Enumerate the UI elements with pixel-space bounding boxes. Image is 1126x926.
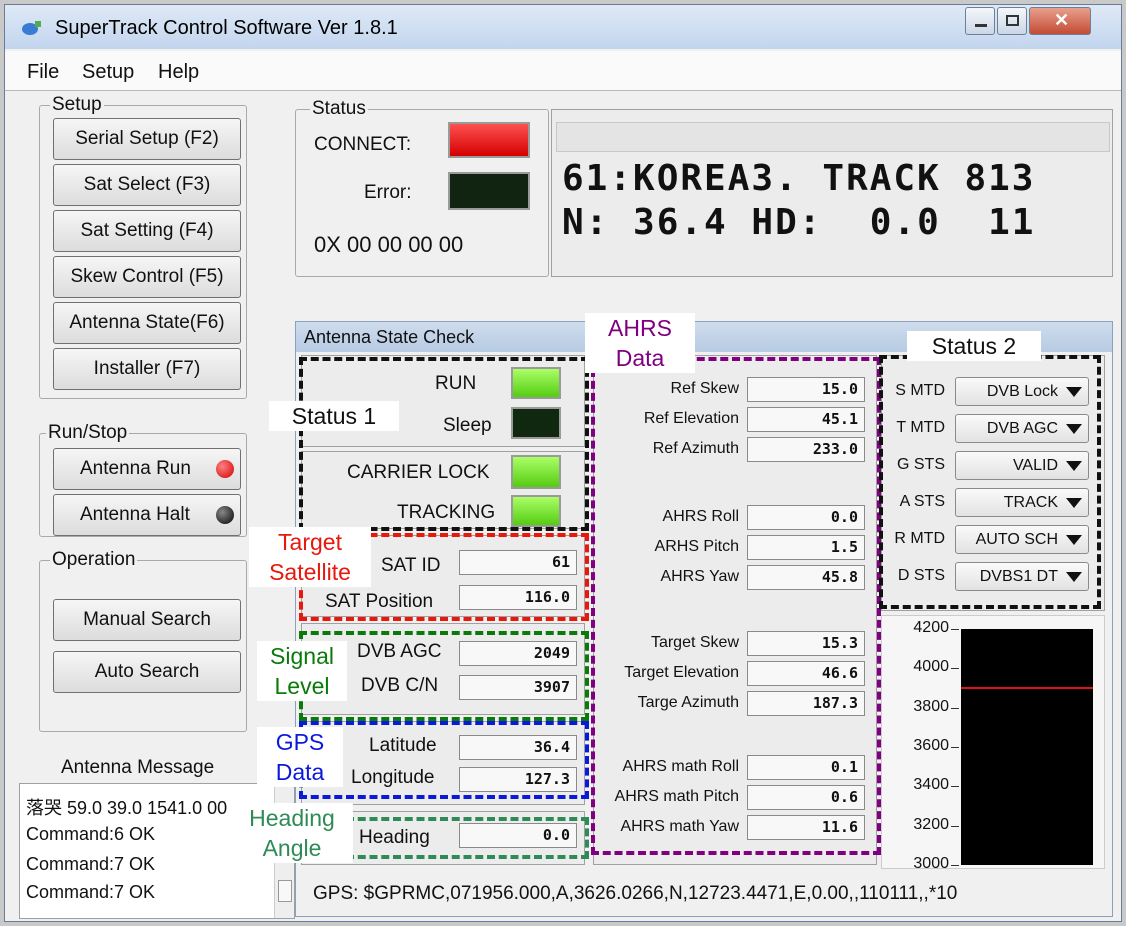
app-window: SuperTrack Control Software Ver 1.8.1 ✕ …	[4, 4, 1122, 922]
runstop-group-label: Run/Stop	[46, 422, 130, 443]
graph-tick-mark	[951, 825, 959, 827]
graph-tick-label: 3400	[913, 776, 949, 794]
ahrs-annotation-line: Data	[615, 345, 665, 371]
status1-annotation: Status 1	[269, 401, 399, 431]
close-icon: ✕	[1054, 10, 1070, 30]
error-led	[448, 172, 530, 210]
graph-tick-label: 4000	[913, 658, 949, 676]
menu-file[interactable]: File	[27, 61, 59, 84]
antenna-halt-label: Antenna Halt	[80, 504, 190, 525]
lcd-panel: 61:KOREA3. TRACK 813 N: 36.4 HD: 0.0 11	[551, 109, 1113, 277]
operation-group-label: Operation	[50, 549, 138, 570]
antenna-run-label: Antenna Run	[80, 458, 191, 479]
antenna-state-title: Antenna State Check	[304, 327, 475, 347]
message-line: Command:7 OK	[26, 882, 156, 902]
signal-graph-plot	[961, 629, 1093, 865]
antenna-halt-button[interactable]: Antenna Halt	[53, 494, 241, 536]
serial-setup-button[interactable]: Serial Setup (F2)	[53, 118, 241, 160]
error-label: Error:	[364, 182, 412, 203]
minimize-button[interactable]	[965, 7, 995, 35]
message-line: Command:7 OK	[26, 854, 156, 874]
manual-search-button[interactable]: Manual Search	[53, 599, 241, 641]
graph-tick-mark	[951, 865, 959, 866]
graph-tick-label: 3800	[913, 697, 949, 715]
antenna-message-title: Antenna Message	[61, 757, 215, 778]
status1-annotation-box	[299, 357, 589, 531]
status2-annotation: Status 2	[907, 331, 1041, 361]
skew-control-button[interactable]: Skew Control (F5)	[53, 256, 241, 298]
target-annotation-line: Target	[278, 529, 342, 555]
graph-tick-label: 3200	[913, 815, 949, 833]
lcd-header-strip	[556, 122, 1110, 152]
operation-group: Operation Manual Search Auto Search	[39, 550, 247, 732]
graph-tick-label: 3000	[913, 855, 949, 872]
gps-annotation: GPS Data	[257, 727, 343, 787]
setup-group-label: Setup	[50, 94, 104, 115]
target-annotation-line: Satellite	[269, 559, 351, 585]
menu-bar: File Setup Help	[5, 51, 1121, 91]
target-annotation: Target Satellite	[249, 527, 371, 587]
menu-setup[interactable]: Setup	[82, 61, 134, 84]
graph-tick-label: 3600	[913, 737, 949, 754]
scrollbar-thumb[interactable]	[278, 880, 292, 902]
window-title: SuperTrack Control Software Ver 1.8.1	[55, 17, 398, 39]
maximize-button[interactable]	[997, 7, 1027, 35]
signal-annotation-line: Signal	[270, 643, 334, 669]
antenna-run-button[interactable]: Antenna Run	[53, 448, 241, 490]
status2-annotation-box	[879, 355, 1101, 609]
graph-tick-mark	[951, 707, 959, 709]
app-icon	[22, 21, 41, 35]
close-button[interactable]: ✕	[1029, 7, 1091, 35]
ahrs-annotation-line: AHRS	[608, 315, 672, 341]
connect-label: CONNECT:	[314, 134, 412, 155]
signal-graph-trace	[961, 686, 1093, 689]
antenna-state-button[interactable]: Antenna State(F6)	[53, 302, 241, 344]
run-indicator-icon	[216, 460, 234, 478]
signal-annotation: Signal Level	[257, 641, 347, 701]
sat-select-button[interactable]: Sat Select (F3)	[53, 164, 241, 206]
menu-help[interactable]: Help	[158, 61, 199, 84]
gps-annotation-line: Data	[275, 759, 325, 785]
status-code: 0X 00 00 00 00	[314, 232, 464, 257]
installer-button[interactable]: Installer (F7)	[53, 348, 241, 390]
connect-led	[448, 122, 530, 158]
title-bar: SuperTrack Control Software Ver 1.8.1 ✕	[5, 5, 1121, 49]
heading-annotation-line: Heading	[249, 805, 335, 831]
message-line: Command:6 OK	[26, 824, 156, 844]
gps-sentence: GPS: $GPRMC,071956.000,A,3626.0266,N,127…	[313, 883, 958, 904]
graph-tick-mark	[951, 629, 959, 630]
maximize-icon	[1006, 15, 1019, 26]
runstop-group: Run/Stop Antenna Run Antenna Halt	[39, 423, 247, 537]
halt-indicator-icon	[216, 506, 234, 524]
graph-tick-label: 4200	[913, 619, 949, 636]
ahrs-annotation-box	[591, 357, 881, 855]
lcd-line-1: 61:KOREA3. TRACK 813	[562, 158, 1036, 199]
ahrs-annotation: AHRS Data	[585, 313, 695, 373]
graph-tick-mark	[951, 747, 959, 748]
gps-annotation-line: GPS	[275, 729, 325, 755]
minimize-icon	[975, 24, 987, 27]
status-group-label: Status	[310, 98, 368, 119]
graph-tick-mark	[951, 786, 959, 788]
setup-group: Setup Serial Setup (F2) Sat Select (F3) …	[39, 95, 247, 399]
message-line: 落哭 59.0 39.0 1541.0 00	[26, 798, 228, 818]
status-group: Status CONNECT: Error: 0X 00 00 00 00	[295, 99, 549, 277]
sat-setting-button[interactable]: Sat Setting (F4)	[53, 210, 241, 252]
lcd-line-2: N: 36.4 HD: 0.0 11	[562, 202, 1036, 243]
signal-annotation-line: Level	[274, 673, 330, 699]
auto-search-button[interactable]: Auto Search	[53, 651, 241, 693]
heading-annotation: Heading Angle	[231, 803, 353, 863]
graph-tick-mark	[951, 668, 959, 670]
heading-annotation-line: Angle	[262, 835, 322, 861]
